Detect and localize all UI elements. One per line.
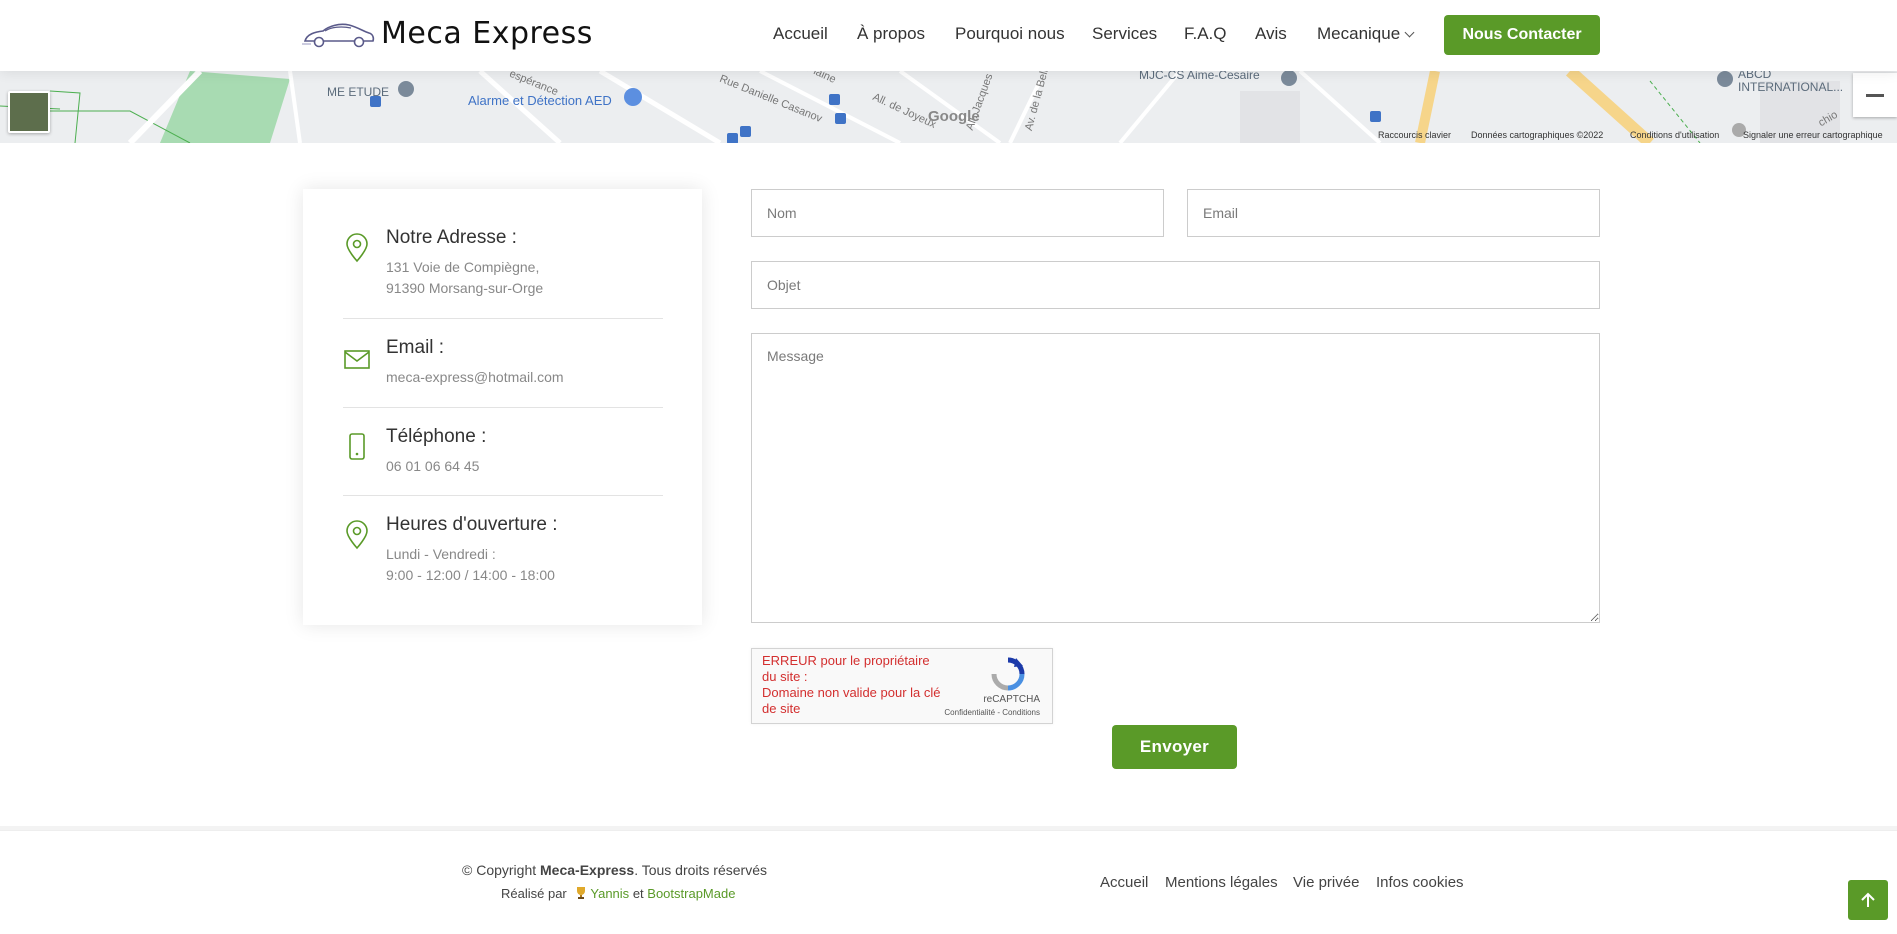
divider — [343, 318, 663, 319]
nav-item-services[interactable]: Services — [1092, 24, 1157, 44]
address-line-2: 91390 Morsang-sur-Orge — [386, 280, 544, 296]
divider — [343, 495, 663, 496]
map-label-aed: Alarme et Détection AED — [468, 93, 612, 108]
credits: Réalisé par Yannis et BootstrapMade — [501, 886, 735, 901]
copyright-prefix: © Copyright — [462, 862, 541, 878]
footer-link-accueil[interactable]: Accueil — [1100, 874, 1148, 891]
recaptcha-links[interactable]: Confidentialité - Conditions — [944, 708, 1040, 717]
copyright: © Copyright Meca-Express. Tous droits ré… — [462, 862, 767, 878]
brand-name: Meca Express — [381, 16, 593, 51]
address-line-1: 131 Voie de Compiègne, — [386, 259, 540, 275]
google-logo: Google — [928, 108, 980, 125]
credits-prefix: Réalisé par — [501, 886, 567, 901]
nav-item-accueil[interactable]: Accueil — [773, 24, 828, 44]
recaptcha-widget[interactable]: ERREUR pour le propriétaire du site : Dom… — [751, 648, 1053, 724]
hours-line-1: Lundi - Vendredi : — [386, 546, 496, 562]
satellite-toggle-button[interactable] — [8, 91, 50, 133]
zoom-out-button[interactable] — [1853, 73, 1897, 117]
nav-item-a-propos[interactable]: À propos — [857, 24, 925, 44]
map-background — [0, 71, 1897, 143]
email-field[interactable] — [1187, 189, 1600, 237]
map-keyboard-shortcuts[interactable]: Raccourcis clavier — [1378, 130, 1451, 140]
copyright-suffix: . Tous droits réservés — [634, 862, 767, 878]
map-pin-icon — [346, 520, 368, 550]
address-text: 131 Voie de Compiègne, 91390 Morsang-sur… — [386, 257, 543, 299]
nav-item-mecanique[interactable]: Mecanique — [1317, 24, 1415, 44]
recaptcha-icon — [991, 657, 1025, 691]
arrow-up-icon — [1861, 892, 1875, 907]
submit-button[interactable]: Envoyer — [1112, 725, 1237, 769]
email-title: Email : — [386, 337, 445, 358]
author-link[interactable]: Yannis — [590, 886, 629, 901]
map-label-mjc: MJC-CS Aime-Cesaire — [1139, 71, 1260, 82]
footer-link-infos-cookies[interactable]: Infos cookies — [1376, 874, 1464, 891]
hours-line-2: 9:00 - 12:00 / 14:00 - 18:00 — [386, 567, 555, 583]
bootstrapmade-link[interactable]: BootstrapMade — [647, 886, 735, 901]
copyright-brand: Meca-Express — [540, 862, 635, 878]
message-field[interactable] — [751, 333, 1600, 623]
map-data-attribution: Données cartographiques ©2022 — [1471, 130, 1604, 140]
back-to-top-button[interactable] — [1848, 880, 1888, 920]
divider — [343, 407, 663, 408]
nav-item-mecanique-label: Mecanique — [1317, 24, 1401, 43]
footer-link-vie-privee[interactable]: Vie privée — [1293, 874, 1359, 891]
phone-title: Téléphone : — [386, 426, 487, 447]
map-label-international: INTERNATIONAL... — [1738, 80, 1844, 94]
phone-icon — [349, 433, 365, 460]
recaptcha-brand: reCAPTCHA — [983, 694, 1040, 705]
credits-and: et — [632, 886, 644, 901]
header: Meca Express Accueil À propos Pourquoi n… — [0, 0, 1897, 71]
address-title: Notre Adresse : — [386, 227, 517, 248]
map-pin-icon — [346, 233, 368, 263]
email-block: Email : meca-express@hotmail.com — [343, 337, 663, 392]
trophy-icon — [577, 887, 586, 899]
footer: © Copyright Meca-Express. Tous droits ré… — [0, 830, 1897, 934]
hours-block: Heures d'ouverture : Lundi - Vendredi : … — [343, 514, 663, 589]
brand-logo[interactable]: Meca Express — [301, 16, 593, 51]
car-logo-icon — [302, 23, 375, 47]
footer-link-mentions-legales[interactable]: Mentions légales — [1165, 874, 1278, 891]
nav-item-pourquoi-nous[interactable]: Pourquoi nous — [955, 24, 1065, 44]
map-terms-link[interactable]: Conditions d'utilisation — [1630, 130, 1719, 140]
hours-text: Lundi - Vendredi : 9:00 - 12:00 / 14:00 … — [386, 544, 555, 586]
phone-value[interactable]: 06 01 06 64 45 — [386, 456, 479, 477]
recaptcha-error-text: ERREUR pour le propriétaire du site : Dom… — [762, 653, 941, 716]
envelope-icon — [344, 350, 370, 369]
nav-item-avis[interactable]: Avis — [1255, 24, 1287, 44]
contact-cta-button[interactable]: Nous Contacter — [1444, 15, 1600, 55]
name-field[interactable] — [751, 189, 1164, 237]
subject-field[interactable] — [751, 261, 1600, 309]
map-label-me-etude: ME ETUDE — [327, 85, 390, 99]
phone-block: Téléphone : 06 01 06 64 45 — [343, 426, 663, 481]
hours-title: Heures d'ouverture : — [386, 514, 558, 535]
minus-icon — [1866, 93, 1884, 97]
email-value[interactable]: meca-express@hotmail.com — [386, 367, 564, 388]
chevron-down-icon — [1404, 27, 1415, 38]
address-block: Notre Adresse : 131 Voie de Compiègne, 9… — [343, 227, 663, 302]
contact-info-card: Notre Adresse : 131 Voie de Compiègne, 9… — [303, 189, 702, 625]
nav-item-faq[interactable]: F.A.Q — [1184, 24, 1227, 44]
map-report-error-link[interactable]: Signaler une erreur cartographique — [1743, 130, 1883, 140]
map-embed[interactable]: ME ETUDE Alarme et Détection AED MJC-CS … — [0, 71, 1897, 143]
